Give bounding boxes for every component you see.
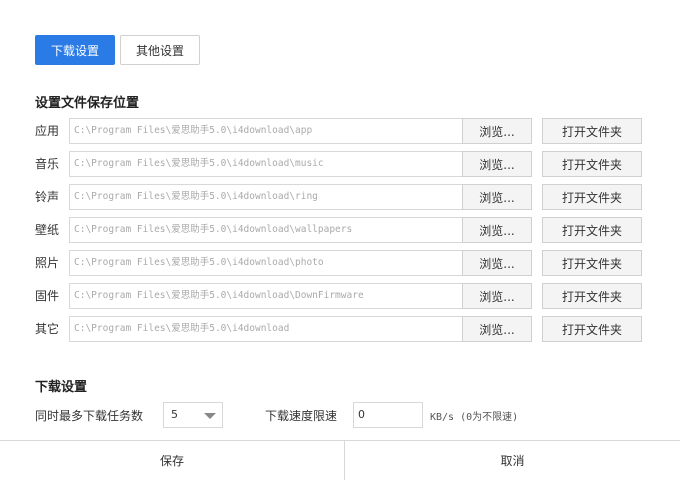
- path-label: 固件: [35, 289, 60, 303]
- path-row-wallpaper: 壁纸 C:\Program Files\爱思助手5.0\i4download\w…: [35, 217, 645, 243]
- path-row-other: 其它 C:\Program Files\爱思助手5.0\i4download 浏…: [35, 316, 645, 342]
- path-label: 其它: [35, 322, 60, 336]
- path-label: 照片: [35, 256, 60, 270]
- path-field[interactable]: C:\Program Files\爱思助手5.0\i4download\wall…: [69, 217, 487, 243]
- open-folder-button[interactable]: 打开文件夹: [542, 316, 642, 342]
- path-row-music: 音乐 C:\Program Files\爱思助手5.0\i4download\m…: [35, 151, 645, 177]
- open-folder-button[interactable]: 打开文件夹: [542, 118, 642, 144]
- save-location-title: 设置文件保存位置: [35, 96, 140, 111]
- browse-button[interactable]: 浏览...: [462, 217, 532, 243]
- browse-button[interactable]: 浏览...: [462, 283, 532, 309]
- open-folder-button[interactable]: 打开文件夹: [542, 151, 642, 177]
- save-button[interactable]: 保存: [0, 441, 344, 480]
- path-row-ringtone: 铃声 C:\Program Files\爱思助手5.0\i4download\r…: [35, 184, 645, 210]
- path-field[interactable]: C:\Program Files\爱思助手5.0\i4download\app: [69, 118, 487, 144]
- speed-unit-hint: KB/s (0为不限速): [430, 412, 519, 423]
- max-tasks-label: 同时最多下载任务数: [35, 409, 144, 423]
- open-folder-button[interactable]: 打开文件夹: [542, 250, 642, 276]
- path-row-photo: 照片 C:\Program Files\爱思助手5.0\i4download\p…: [35, 250, 645, 276]
- open-folder-button[interactable]: 打开文件夹: [542, 184, 642, 210]
- open-folder-button[interactable]: 打开文件夹: [542, 283, 642, 309]
- path-field[interactable]: C:\Program Files\爱思助手5.0\i4download\ring: [69, 184, 487, 210]
- max-tasks-select[interactable]: 5: [163, 402, 223, 428]
- speed-limit-label: 下载速度限速: [265, 409, 338, 423]
- footer-bar: 保存 取消: [0, 440, 680, 480]
- open-folder-button[interactable]: 打开文件夹: [542, 217, 642, 243]
- speed-limit-input[interactable]: 0: [353, 402, 423, 428]
- browse-button[interactable]: 浏览...: [462, 118, 532, 144]
- path-field[interactable]: C:\Program Files\爱思助手5.0\i4download\phot…: [69, 250, 487, 276]
- path-field[interactable]: C:\Program Files\爱思助手5.0\i4download\Down…: [69, 283, 487, 309]
- path-label: 应用: [35, 124, 60, 138]
- path-label: 音乐: [35, 157, 60, 171]
- tab-other-settings[interactable]: 其他设置: [120, 35, 200, 65]
- max-tasks-value: 5: [171, 408, 178, 421]
- browse-button[interactable]: 浏览...: [462, 151, 532, 177]
- browse-button[interactable]: 浏览...: [462, 316, 532, 342]
- path-field[interactable]: C:\Program Files\爱思助手5.0\i4download: [69, 316, 487, 342]
- path-label: 铃声: [35, 190, 60, 204]
- tab-download-settings[interactable]: 下载设置: [35, 35, 115, 65]
- download-settings-title: 下载设置: [35, 380, 88, 395]
- path-row-firmware: 固件 C:\Program Files\爱思助手5.0\i4download\D…: [35, 283, 645, 309]
- browse-button[interactable]: 浏览...: [462, 250, 532, 276]
- path-label: 壁纸: [35, 223, 60, 237]
- cancel-button[interactable]: 取消: [345, 441, 680, 480]
- path-field[interactable]: C:\Program Files\爱思助手5.0\i4download\musi…: [69, 151, 487, 177]
- path-row-app: 应用 C:\Program Files\爱思助手5.0\i4download\a…: [35, 118, 645, 144]
- browse-button[interactable]: 浏览...: [462, 184, 532, 210]
- chevron-down-icon: [204, 413, 216, 419]
